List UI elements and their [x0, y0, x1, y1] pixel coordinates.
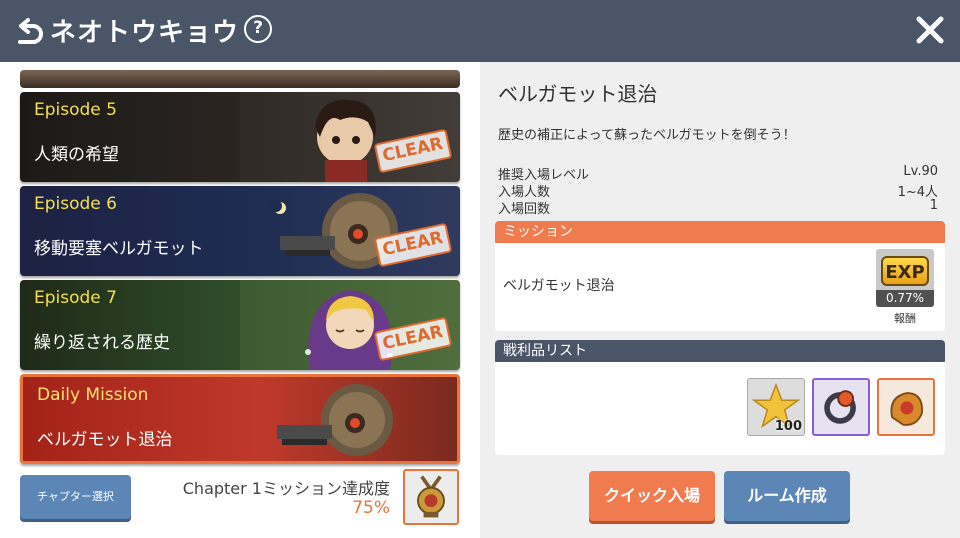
mission-header: ミッション: [495, 221, 945, 243]
mission-section: ミッション ベルガモット退治 EXP 0.77% 報酬: [495, 221, 945, 331]
chapter-reward-slot[interactable]: [403, 469, 459, 525]
episode-name: 繰り返される歴史: [34, 333, 170, 353]
loot-count: 100: [774, 419, 802, 434]
top-bar: ネオトウキョウ ?: [0, 0, 960, 62]
episode-card-partial[interactable]: [20, 70, 460, 88]
back-arrow-icon[interactable]: [12, 14, 46, 48]
loot-item-medal[interactable]: [877, 378, 935, 436]
episode-label: Episode 7: [34, 288, 117, 308]
mission-detail-panel: ベルガモット退治 歴史の補正によって蘇ったベルガモットを倒そう！ 推奨入場レベル…: [480, 62, 960, 538]
chapter-select-button[interactable]: チャプター選択: [20, 475, 131, 519]
episode-name: 人類の希望: [34, 145, 119, 165]
help-icon[interactable]: ?: [244, 15, 272, 43]
info-key: 入場回数: [498, 202, 551, 217]
episode-name: 移動要塞ベルガモット: [34, 239, 204, 259]
reward-label: 報酬: [894, 312, 916, 325]
episode-name: ベルガモット退治: [37, 430, 173, 450]
episode-label: Episode 6: [34, 194, 117, 214]
episode-6-card[interactable]: Episode 6 移動要塞ベルガモット CLEAR: [20, 186, 460, 276]
chapter-progress-label: Chapter 1ミッション達成度: [182, 479, 390, 498]
exp-value: 0.77%: [876, 290, 934, 307]
bergamot-robot-art: [277, 384, 393, 456]
info-value: 1: [929, 198, 938, 213]
exp-reward-slot[interactable]: EXP 0.77%: [876, 249, 934, 307]
loot-section: 戦利品リスト 100: [495, 340, 945, 455]
info-value: Lv.90: [903, 164, 938, 179]
episode-list-panel: Episode 5 人類の希望 CLEAR Episode 6 移動要塞ベルガモ…: [0, 62, 480, 538]
medal-icon: [890, 392, 923, 426]
episode-label: Daily Mission: [37, 385, 149, 405]
create-room-button[interactable]: ルーム作成: [724, 471, 850, 521]
medal-icon: [417, 475, 445, 518]
ring-icon: [824, 390, 856, 424]
episode-label: Episode 5: [34, 100, 117, 120]
loot-header: 戦利品リスト: [495, 340, 945, 362]
chapter-progress-value: 75%: [352, 498, 390, 518]
episode-5-card[interactable]: Episode 5 人類の希望 CLEAR: [20, 92, 460, 182]
mission-title: ベルガモット退治: [498, 82, 658, 106]
quick-entry-button[interactable]: クイック入場: [589, 471, 715, 521]
exp-icon: EXP: [881, 256, 929, 286]
mission-name: ベルガモット退治: [503, 278, 615, 294]
loot-item-ring[interactable]: [812, 378, 870, 436]
episode-7-card[interactable]: Episode 7 繰り返される歴史 CLEAR: [20, 280, 460, 370]
daily-mission-card[interactable]: Daily Mission ベルガモット退治: [20, 374, 460, 464]
page-title: ネオトウキョウ: [50, 18, 240, 48]
loot-item-star[interactable]: 100: [747, 378, 805, 436]
mission-description: 歴史の補正によって蘇ったベルガモットを倒そう！: [498, 128, 796, 143]
close-icon[interactable]: [912, 12, 948, 48]
